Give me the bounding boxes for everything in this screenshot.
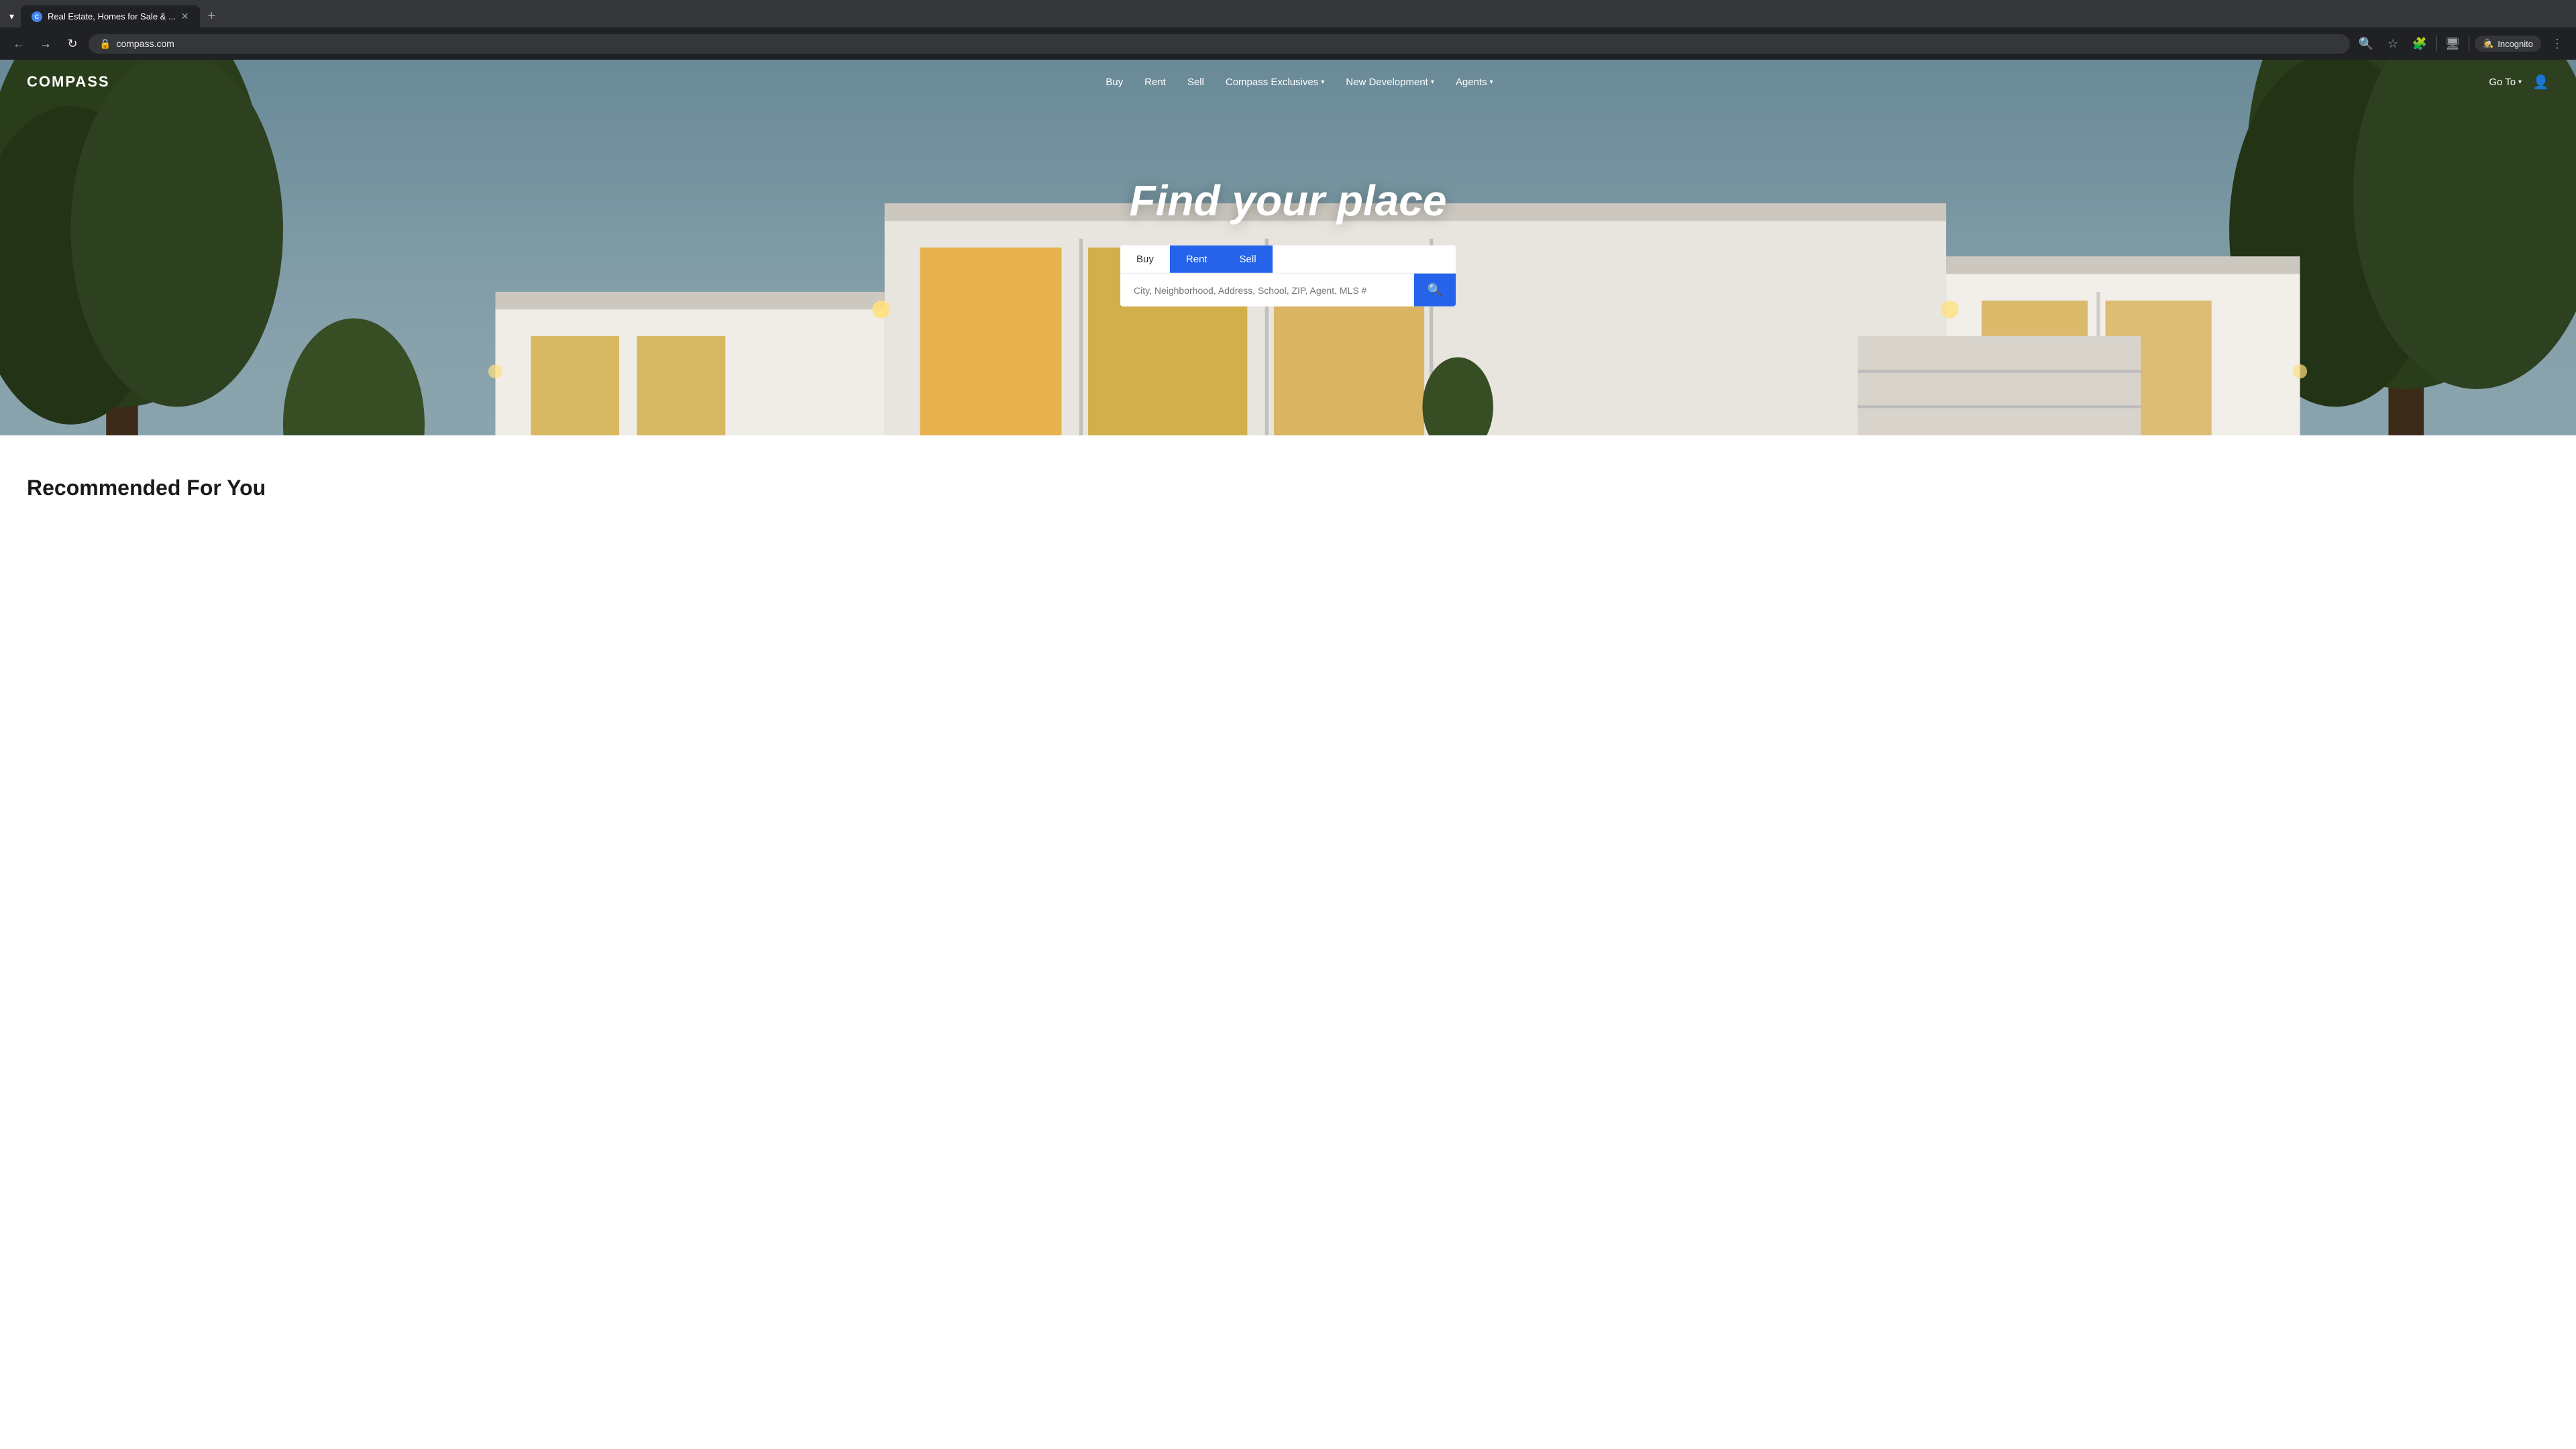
bookmark-icon[interactable]: ☆ (2382, 33, 2404, 54)
refresh-button[interactable]: ↻ (62, 33, 83, 54)
new-dev-chevron-icon: ▾ (1431, 78, 1434, 86)
agents-chevron-icon: ▾ (1490, 78, 1493, 86)
forward-button[interactable]: → (35, 33, 56, 54)
tab-switcher[interactable]: ▾ (5, 8, 18, 25)
extensions-icon[interactable]: 🧩 (2409, 33, 2430, 54)
website-content: 6322 COMPASS Buy (0, 60, 2576, 527)
incognito-label: Incognito (2498, 39, 2533, 49)
search-button-icon: 🔍 (1428, 283, 1442, 297)
toolbar-icons: 🔍 ☆ 🧩 🖥 🕵 Incognito ⋮ (2355, 33, 2568, 54)
main-nav: COMPASS Buy Rent Sell Compass Exclusives… (0, 60, 2576, 104)
device-icon[interactable]: 🖥 (2442, 33, 2463, 54)
nav-rent-link[interactable]: Rent (1144, 76, 1166, 88)
recommended-title: Recommended For You (27, 476, 2549, 500)
back-button[interactable]: ← (8, 33, 30, 54)
hero-title: Find your place (0, 176, 2576, 225)
tab-bar: ▾ C Real Estate, Homes for Sale & ... ✕ … (0, 0, 2576, 28)
user-icon[interactable]: 👤 (2532, 74, 2549, 91)
nav-new-development-link[interactable]: New Development ▾ (1346, 76, 1434, 88)
nav-links: Buy Rent Sell Compass Exclusives ▾ New D… (1106, 76, 1493, 88)
search-button[interactable]: 🔍 (1414, 274, 1456, 307)
hero-content: Find your place Buy Rent Sell 🔍 (0, 176, 2576, 307)
browser-toolbar: ← → ↻ 🔒 compass.com 🔍 ☆ 🧩 🖥 🕵 Incognito … (0, 28, 2576, 60)
nav-exclusives-link[interactable]: Compass Exclusives ▾ (1226, 76, 1324, 88)
search-tab-rent[interactable]: Rent (1170, 246, 1224, 273)
search-container: Buy Rent Sell 🔍 (1120, 246, 1456, 307)
search-input[interactable] (1120, 275, 1414, 305)
tab-title: Real Estate, Homes for Sale & ... (48, 11, 176, 21)
address-bar[interactable]: 🔒 compass.com (89, 34, 2350, 54)
url-display: compass.com (116, 38, 174, 49)
active-tab[interactable]: C Real Estate, Homes for Sale & ... ✕ (21, 5, 199, 28)
lock-icon: 🔒 (99, 38, 111, 50)
search-icon[interactable]: 🔍 (2355, 33, 2377, 54)
exclusives-chevron-icon: ▾ (1321, 78, 1324, 86)
search-tabs: Buy Rent Sell (1120, 246, 1456, 273)
nav-buy-link[interactable]: Buy (1106, 76, 1123, 88)
search-tab-sell[interactable]: Sell (1224, 246, 1273, 273)
compass-logo[interactable]: COMPASS (27, 73, 110, 91)
nav-right: Go To ▾ 👤 (2489, 74, 2549, 91)
tab-close-button[interactable]: ✕ (181, 11, 189, 22)
search-bar: 🔍 (1120, 273, 1456, 307)
nav-sell-link[interactable]: Sell (1187, 76, 1204, 88)
browser-chrome: ▾ C Real Estate, Homes for Sale & ... ✕ … (0, 0, 2576, 60)
menu-button[interactable]: ⋮ (2546, 33, 2568, 54)
tab-favicon: C (32, 11, 42, 22)
goto-chevron-icon: ▾ (2518, 78, 2522, 86)
nav-agents-link[interactable]: Agents ▾ (1456, 76, 1493, 88)
below-hero-section: Recommended For You (0, 435, 2576, 527)
search-tab-buy[interactable]: Buy (1120, 246, 1170, 273)
incognito-badge: 🕵 Incognito (2475, 36, 2541, 52)
hero-section: 6322 COMPASS Buy (0, 60, 2576, 435)
nav-goto-link[interactable]: Go To ▾ (2489, 76, 2522, 88)
new-tab-button[interactable]: + (203, 6, 221, 27)
incognito-icon: 🕵 (2483, 38, 2493, 49)
